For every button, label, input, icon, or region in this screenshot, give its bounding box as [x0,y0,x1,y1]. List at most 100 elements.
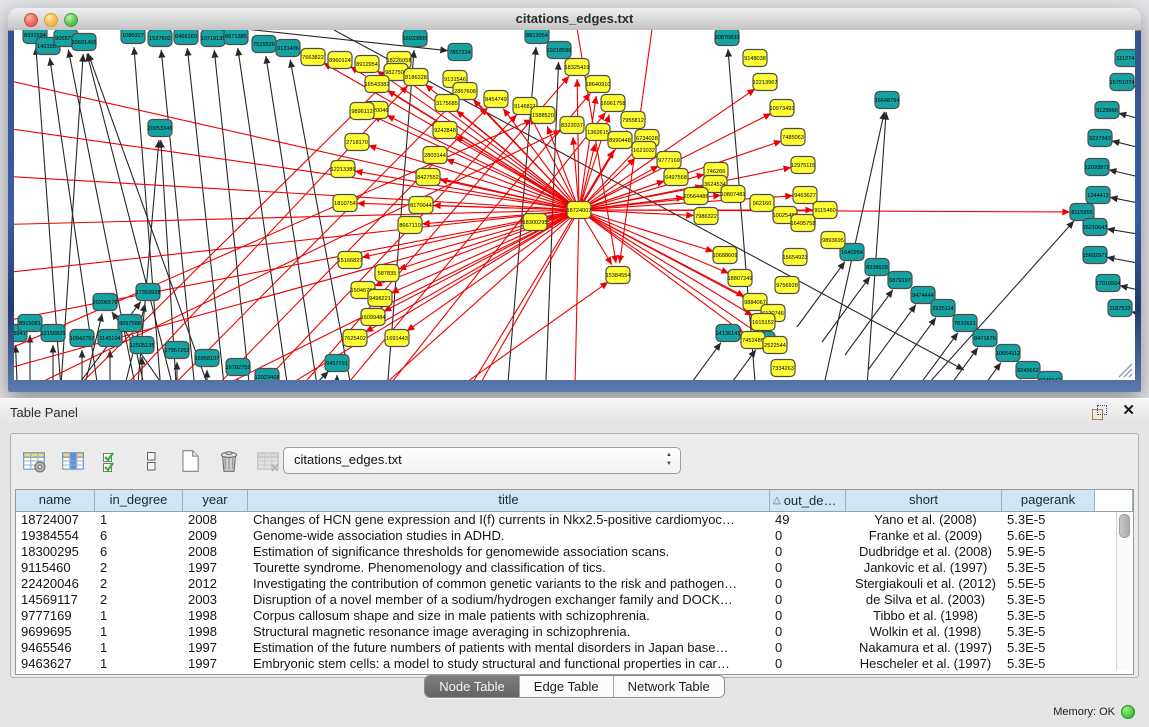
graph-node[interactable]: 12093872 [1085,159,1110,176]
graph-node[interactable]: 1112744 [1115,50,1135,67]
graph-node[interactable]: 12975115 [791,157,815,174]
graph-node[interactable]: 3175685 [435,95,459,112]
tab-network-table[interactable]: Network Table [614,676,724,697]
graph-node[interactable]: 8813054 [525,30,549,44]
graph-node[interactable]: 17016504 [1096,275,1121,292]
graph-node[interactable]: 12156829 [41,325,66,342]
graph-node[interactable]: 15384554 [606,267,631,284]
graph-node[interactable]: 18724007 [567,202,592,219]
table-row[interactable]: 2242004622012Investigating the contribut… [16,576,1133,592]
graph-node[interactable]: 1244412 [1086,187,1110,204]
graph-node[interactable]: 16033809 [403,30,428,47]
graph-node[interactable]: 18807249 [728,270,753,287]
table-row[interactable]: 1456911722003Disruption of a novel membe… [16,592,1133,608]
graph-node[interactable]: 12505135 [130,337,155,354]
graph-node[interactable]: 16210643 [1083,219,1108,236]
graph-node[interactable]: 9463627 [793,187,817,204]
scrollbar-thumb[interactable] [1119,514,1130,538]
graph-node[interactable]: 1621032 [632,142,656,159]
graph-node[interactable]: 16958107 [195,350,220,367]
network-canvas[interactable]: 8331594140155790557242069140610853271527… [14,30,1135,380]
graph-node[interactable]: 9115460 [813,202,837,219]
graph-node[interactable]: 2935114 [931,300,955,317]
graph-node[interactable]: 9131406 [276,40,300,57]
graph-node[interactable]: 6671385 [224,30,248,45]
network-selector-dropdown[interactable]: citations_edges.txt ▲▼ [283,447,681,474]
graph-node[interactable]: 8912954 [355,56,379,73]
graph-node[interactable]: 18640910 [586,76,611,93]
graph-node[interactable]: 9245042 [1038,372,1062,381]
graph-node[interactable]: 1085327 [121,30,145,44]
graph-node[interactable]: 9756928 [775,277,799,294]
graph-node[interactable]: 962160 [750,195,774,212]
show-columns-button[interactable] [58,446,88,476]
graph-node[interactable]: 16543382 [365,76,390,93]
graph-node[interactable]: 6879197 [888,272,912,289]
graph-node[interactable]: 18325419 [565,59,590,76]
graph-node[interactable]: 9129966 [1095,102,1119,119]
graph-node[interactable]: 15692971 [1083,247,1108,264]
graph-node[interactable]: 7663822 [301,49,325,66]
graph-node[interactable]: 19218596 [547,42,572,59]
table-row[interactable]: 1872400712008Changes of HCN gene express… [16,512,1133,528]
graph-node[interactable]: 7334263 [771,360,795,377]
graph-node[interactable]: 18300295 [523,214,548,231]
column-header-short[interactable]: short [846,490,1002,511]
graph-node[interactable]: 1527602 [148,30,172,47]
column-header-in-degree[interactable]: in_degree [95,490,183,511]
graph-node[interactable]: 1362615 [586,124,610,141]
graph-node[interactable]: 7485063 [781,129,805,146]
graph-node[interactable]: 9227343 [1088,130,1112,147]
graph-node[interactable]: 12213389 [331,161,356,178]
graph-node[interactable]: 17359928 [136,284,161,301]
graph-node[interactable]: 587835 [375,265,399,282]
resize-grip[interactable] [1113,358,1133,378]
graph-node[interactable]: 7955812 [621,112,645,129]
close-icon[interactable]: ✕ [1122,402,1135,420]
graph-node[interactable]: 16099484 [361,309,386,326]
window-titlebar[interactable]: citations_edges.txt [8,8,1141,31]
graph-node[interactable]: 8667110 [398,217,422,234]
graph-node[interactable]: 15751074 [1110,74,1135,91]
graph-node[interactable]: 9097588 [118,315,142,332]
select-all-checkboxes-button[interactable] [97,446,127,476]
graph-node[interactable]: 8938928 [865,259,889,276]
graph-node[interactable]: 20053346 [148,120,173,137]
column-header-out-de-[interactable]: △out_de… [770,490,846,511]
graph-node[interactable]: 8471676 [973,330,997,347]
graph-node[interactable]: 9896112 [350,103,374,120]
column-header-pagerank[interactable]: pagerank [1002,490,1095,511]
table-row[interactable]: 1938455462009Genome-wide association stu… [16,528,1133,544]
graph-node[interactable]: 8186328 [404,69,428,86]
graph-node[interactable]: 20876832 [715,30,740,46]
graph-node[interactable]: 12213967 [753,74,778,91]
graph-node[interactable]: 10719135 [201,30,226,47]
graph-node[interactable]: 8990448 [608,132,632,149]
graph-node[interactable]: 16495758 [791,215,816,232]
column-header-title[interactable]: title [248,490,770,511]
delete-trash-button[interactable] [214,446,244,476]
graph-node[interactable]: 9245652 [1016,362,1040,379]
graph-node[interactable]: 15166827 [338,252,363,269]
float-window-icon[interactable] [1092,405,1107,420]
tab-node-table[interactable]: Node Table [425,676,520,697]
column-header-year[interactable]: year [183,490,248,511]
table-row[interactable]: 969969511998Structural magnetic resonanc… [16,624,1133,640]
table-row[interactable]: 1830029562008Estimation of significance … [16,544,1133,560]
delete-table-disabled-button[interactable] [253,446,283,476]
graph-node[interactable]: 16648794 [875,92,900,109]
vertical-scrollbar[interactable] [1116,512,1130,670]
graph-node[interactable]: 16961758 [601,95,626,112]
graph-node[interactable]: 8960124 [328,52,352,69]
table-row[interactable]: 977716911998Corpus callosum shape and si… [16,608,1133,624]
table-options-button[interactable] [19,446,49,476]
graph-node[interactable]: 8427552 [416,169,440,186]
graph-node[interactable]: 9148038 [743,50,767,67]
graph-node[interactable]: 7857224 [448,44,472,61]
graph-node[interactable]: 10688609 [713,247,738,264]
graph-node[interactable]: 10654112 [996,345,1020,362]
graph-node[interactable]: 7632621 [953,315,977,332]
graph-node[interactable]: 7515526 [252,36,276,53]
clear-selection-button[interactable] [136,446,166,476]
graph-node[interactable]: 14136141 [716,325,741,342]
